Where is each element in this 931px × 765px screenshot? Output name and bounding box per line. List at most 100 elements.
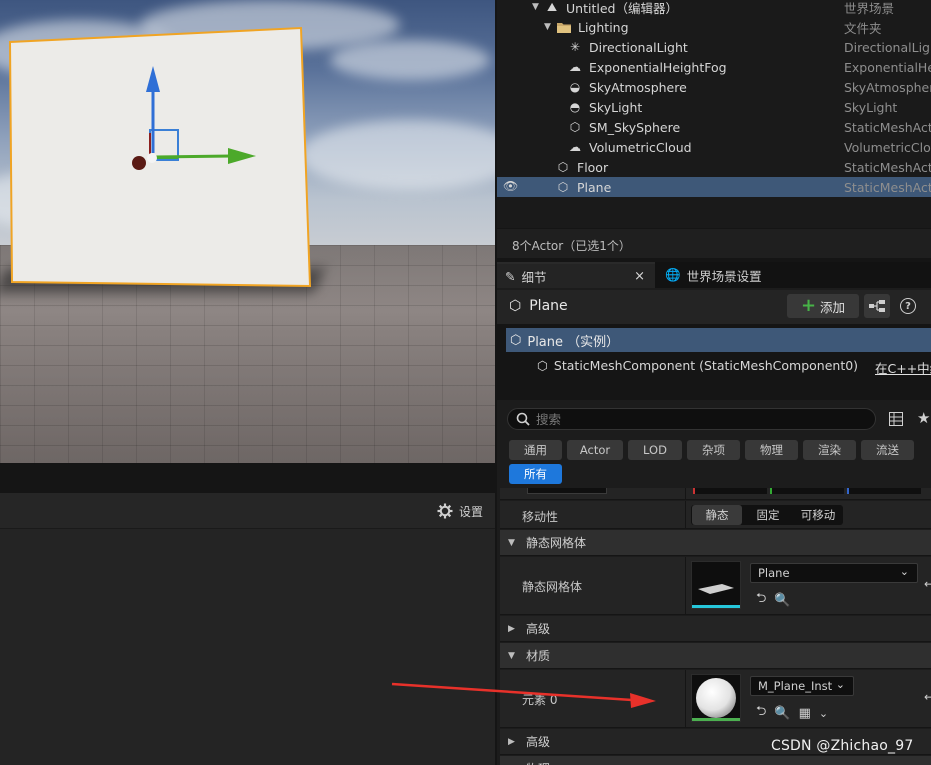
material-thumbnail[interactable] (691, 674, 741, 722)
collapse-triangle-icon: ▼ (508, 650, 515, 661)
outliner-status: 8个Actor（已选1个） (497, 228, 931, 258)
gear-icon (437, 503, 453, 519)
help-icon[interactable]: ? (900, 298, 916, 314)
filter-misc[interactable]: 杂项 (687, 440, 740, 460)
sky-atmosphere-icon: ◒ (569, 80, 581, 94)
static-mesh-icon: ⬡ (510, 332, 522, 348)
collapse-triangle-icon: ▼ (508, 537, 515, 548)
use-selected-icon[interactable]: ⮌ (756, 702, 766, 724)
collapse-triangle-icon[interactable]: ▼ (544, 22, 554, 32)
watermark: CSDN @Zhichao_97 (771, 738, 914, 754)
category-materials[interactable]: ▼ 材质 (500, 643, 931, 669)
category-advanced[interactable]: ▶ 高级 (500, 616, 931, 642)
material-element-row: 元素 0 M_Plane_Inst ⌄ ⮌ 🔍 ▦ ⌄ ↩ (500, 670, 931, 728)
settings-button[interactable]: 设置 (437, 502, 483, 520)
outliner-row-exponentialheightfog[interactable]: ☁ ExponentialHeightFog ExponentialHeight… (497, 57, 931, 77)
visibility-eye-icon[interactable]: 👁 (503, 179, 518, 193)
bottom-panel-body (0, 529, 495, 765)
directional-light-icon: ✳ (569, 40, 581, 54)
settings-label: 设置 (458, 504, 483, 519)
checker-icon[interactable]: ▦ (799, 706, 811, 721)
outliner-row-skyatmosphere[interactable]: ◒ SkyAtmosphere SkyAtmosphere (497, 77, 931, 97)
cloud-icon: ☁ (569, 140, 581, 154)
grid-view-icon[interactable] (889, 412, 903, 426)
component-tree: ⬡ Plane （实例） ⬡ StaticMeshComponent (Stat… (497, 324, 931, 400)
mobility-movable-option[interactable]: 可移动 (794, 505, 842, 525)
tab-world-settings[interactable]: 🌐 世界场景设置 (657, 262, 770, 288)
static-mesh-icon: ⬡ (557, 180, 569, 194)
mobility-row: 移动性 静态 固定 可移动 (500, 501, 931, 529)
outliner-row-floor[interactable]: ⬡ Floor StaticMeshActor (497, 157, 931, 177)
editor-window: 设置 ▼ ⛰ Untitled（编辑器） 世界场景 ▼ Lighting 文件夹… (0, 0, 931, 765)
outliner-row-level[interactable]: ▼ ⛰ Untitled（编辑器） 世界场景 (497, 0, 931, 17)
level-icon: ⛰ (546, 0, 558, 14)
world-outliner: ▼ ⛰ Untitled（编辑器） 世界场景 ▼ Lighting 文件夹 ✳ … (497, 0, 931, 228)
chevron-down-icon: ⌄ (899, 565, 909, 578)
blueprint-button[interactable] (864, 294, 890, 318)
filter-physics[interactable]: 物理 (745, 440, 798, 460)
outliner-row-directionallight[interactable]: ✳ DirectionalLight DirectionalLight (497, 37, 931, 57)
globe-icon: 🌐 (665, 267, 681, 282)
static-mesh-thumbnail[interactable] (691, 561, 741, 609)
chevron-down-icon: ⌄ (835, 678, 845, 691)
static-mesh-row: 静态网格体 Plane ⌄ ⮌ 🔍 ↩ (500, 557, 931, 615)
reset-arrow-icon[interactable]: ↩ (924, 577, 931, 591)
browse-asset-icon[interactable]: 🔍 (774, 593, 790, 608)
edit-in-cpp-link[interactable]: 在C++中编 (875, 358, 931, 377)
details-tabbar: ✎ 细节 × 🌐 世界场景设置 (497, 262, 931, 288)
static-mesh-icon: ⬡ (569, 120, 581, 134)
outliner-row-volumetriccloud[interactable]: ☁ VolumetricCloud VolumetricCloud (497, 137, 931, 157)
search-box[interactable] (507, 408, 876, 430)
component-root-item[interactable]: ⬡ Plane （实例） (506, 328, 931, 352)
actor-header: ⬡ Plane + 添加 ? (497, 290, 931, 324)
selected-plane-actor[interactable] (0, 0, 495, 463)
plus-icon: + (800, 295, 817, 316)
static-mesh-label: 静态网格体 (522, 580, 583, 594)
outliner-row-lighting-folder[interactable]: ▼ Lighting 文件夹 (497, 17, 931, 37)
static-mesh-icon: ⬡ (537, 357, 548, 373)
filter-rendering[interactable]: 渲染 (803, 440, 856, 460)
filter-all[interactable]: 所有 (509, 464, 562, 484)
element0-label: 元素 0 (522, 693, 558, 707)
mobility-static-option[interactable]: 静态 (692, 505, 742, 525)
browse-asset-icon[interactable]: 🔍 (774, 706, 790, 721)
outliner-row-plane[interactable]: 👁 ⬡ Plane StaticMeshActor (497, 177, 931, 197)
filter-general[interactable]: 通用 (509, 440, 562, 460)
property-list: 移动性 静态 固定 可移动 ▼ 静态网格体 静态网格体 Plane ⌄ ⮌ 🔍 … (497, 488, 931, 765)
filter-lod[interactable]: LOD (628, 440, 682, 460)
static-mesh-dropdown[interactable]: Plane ⌄ (750, 563, 918, 583)
material-dropdown[interactable]: M_Plane_Inst ⌄ (750, 676, 854, 696)
outliner-row-skylight[interactable]: ◓ SkyLight SkyLight (497, 97, 931, 117)
mobility-stationary-option[interactable]: 固定 (744, 505, 792, 525)
filter-streaming[interactable]: 流送 (861, 440, 914, 460)
category-physics[interactable]: ▼ 物理 (500, 756, 931, 765)
component-static-mesh-item[interactable]: ⬡ StaticMeshComponent (StaticMeshCompone… (537, 354, 858, 376)
actor-name: Plane (529, 298, 568, 314)
chevron-down-icon[interactable]: ⌄ (819, 707, 828, 720)
sky-light-icon: ◓ (569, 100, 581, 114)
details-panel: ✎ 细节 × 🌐 世界场景设置 ⬡ Plane + 添加 ? ⬡ Plane （… (497, 262, 931, 765)
mobility-label: 移动性 (522, 510, 559, 524)
filter-bar: 通用 Actor LOD 杂项 物理 渲染 流送 所有 (497, 436, 931, 488)
tab-details[interactable]: ✎ 细节 × (497, 262, 655, 288)
add-component-button[interactable]: + 添加 (787, 294, 859, 318)
reset-arrow-icon[interactable]: ↩ (924, 690, 931, 704)
filter-actor[interactable]: Actor (567, 440, 623, 460)
outliner-row-sm-skysphere[interactable]: ⬡ SM_SkySphere StaticMeshActor (497, 117, 931, 137)
use-selected-icon[interactable]: ⮌ (756, 589, 766, 611)
search-row: ★ (497, 402, 931, 436)
star-icon[interactable]: ★ (917, 409, 930, 427)
static-mesh-icon: ⬡ (557, 160, 569, 174)
close-icon[interactable]: × (634, 269, 645, 284)
expand-triangle-icon: ▶ (508, 736, 515, 747)
category-static-mesh[interactable]: ▼ 静态网格体 (500, 530, 931, 556)
bottom-panel-toolbar: 设置 (0, 493, 495, 529)
collapse-triangle-icon[interactable]: ▼ (532, 2, 542, 12)
search-input[interactable] (536, 411, 856, 427)
pencil-icon: ✎ (505, 268, 516, 284)
folder-icon (556, 19, 572, 35)
fog-icon: ☁ (569, 60, 581, 74)
level-viewport[interactable] (0, 0, 495, 463)
blueprint-icon (869, 300, 885, 312)
search-icon (516, 412, 530, 426)
